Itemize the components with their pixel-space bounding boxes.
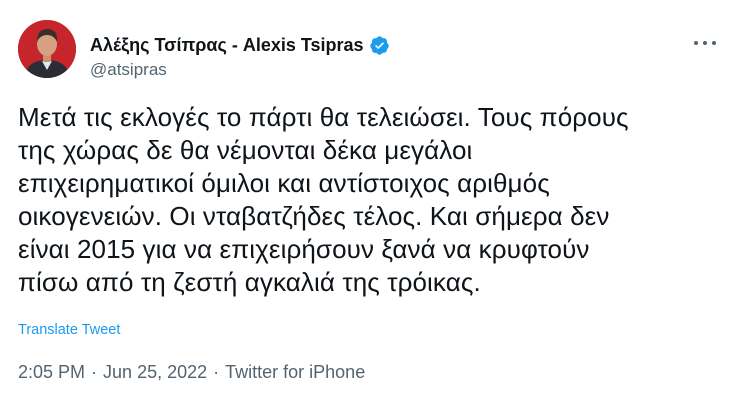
tweet-time[interactable]: 2:05 PM	[18, 362, 85, 382]
translate-tweet-link[interactable]: Translate Tweet	[18, 322, 120, 338]
avatar[interactable]	[18, 20, 76, 78]
tweet-metadata: 2:05 PM · Jun 25, 2022 · Twitter for iPhone	[18, 362, 365, 383]
meta-separator: ·	[91, 362, 98, 382]
tweet-card: Αλέξης Τσίπρας - Alexis Tsipras @atsipra…	[0, 0, 734, 401]
tweet-text-line: επιχειρηματικοί όμιλοι και αντίστοιχος α…	[18, 168, 550, 198]
display-name[interactable]: Αλέξης Τσίπρας - Alexis Tsipras	[90, 35, 364, 56]
author-info: Αλέξης Τσίπρας - Alexis Tsipras @atsipra…	[90, 32, 390, 80]
tweet-text-line: της χώρας δε θα νέμονται δέκα μεγάλοι	[18, 135, 473, 165]
tweet-source[interactable]: Twitter for iPhone	[225, 362, 365, 382]
tweet-date[interactable]: Jun 25, 2022	[103, 362, 207, 382]
author-handle[interactable]: @atsipras	[90, 60, 390, 80]
more-options-icon[interactable]	[694, 36, 716, 50]
tweet-text-line: Μετά τις εκλογές το πάρτι θα τελειώσει. …	[18, 102, 629, 132]
tweet-text-line: πίσω από τη ζεστή αγκαλιά της τρόικας.	[18, 267, 481, 297]
tweet-text: Μετά τις εκλογές το πάρτι θα τελειώσει. …	[18, 101, 718, 299]
avatar-portrait-image	[18, 20, 76, 78]
verified-badge-icon	[369, 35, 390, 56]
meta-separator: ·	[213, 362, 220, 382]
tweet-text-line: οικογενειών. Οι νταβατζήδες τέλος. Και σ…	[18, 201, 610, 231]
display-name-row: Αλέξης Τσίπρας - Alexis Tsipras	[90, 32, 390, 58]
tweet-text-line: είναι 2015 για να επιχειρήσουν ξανά να κ…	[18, 234, 590, 264]
